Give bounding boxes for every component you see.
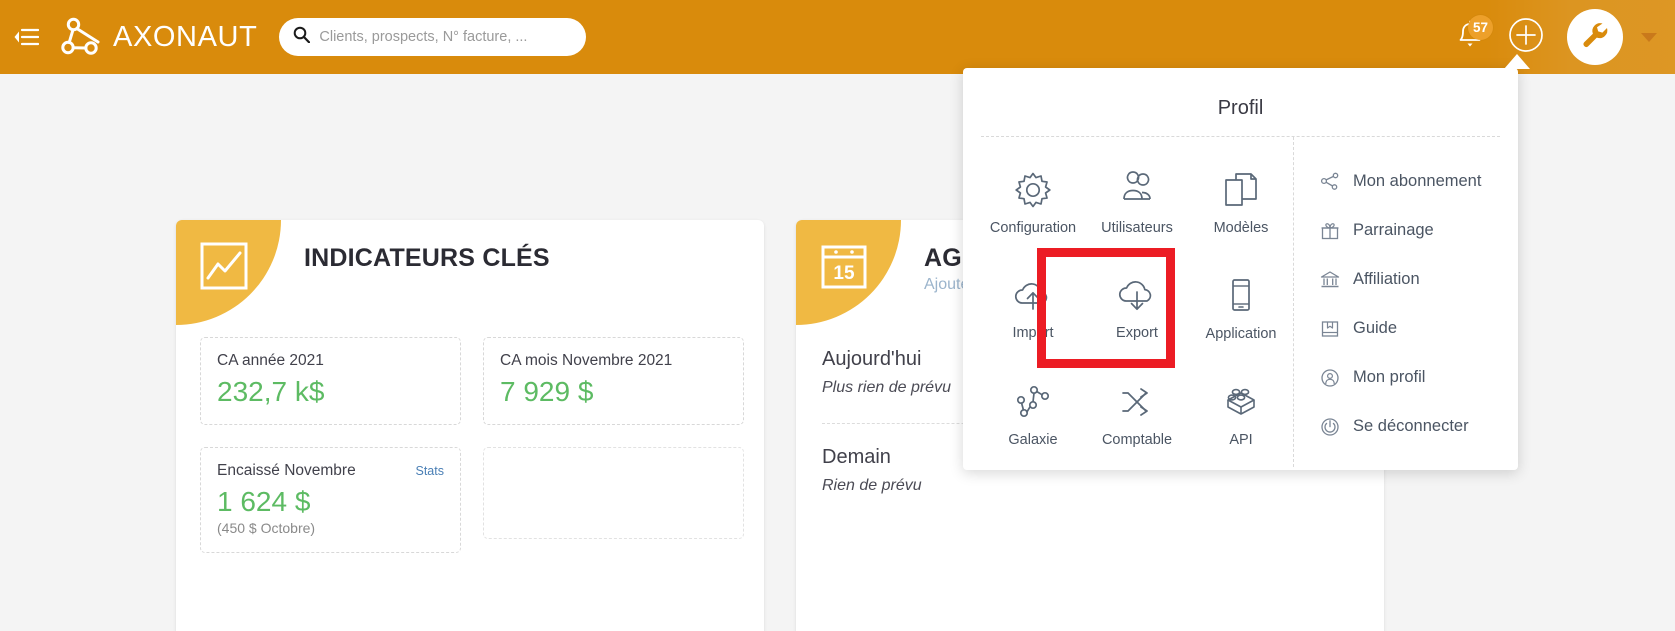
menu-item-mon-abonnement[interactable]: Mon abonnement [1320, 157, 1518, 206]
agenda-note: Rien de prévu [822, 477, 922, 494]
kpi-value: 7 929 $ [500, 376, 594, 407]
menu-tile-export[interactable]: Export [1085, 255, 1189, 361]
menu-item-label: Se déconnecter [1353, 417, 1469, 435]
card-indicateurs-cles: INDICATEURS CLÉS CA année 2021 232,7 k$ … [176, 220, 764, 631]
menu-tile-galaxie[interactable]: Galaxie [981, 361, 1085, 467]
share-nodes-icon [1320, 172, 1340, 192]
kpi-label: CA année 2021 [217, 352, 324, 369]
menu-tile-application[interactable]: Application [1189, 255, 1293, 361]
card-badge-indicateurs [176, 220, 281, 325]
header-actions: 57 [1445, 9, 1675, 65]
cloud-download-icon [1115, 276, 1159, 316]
menu-item-label: Guide [1353, 319, 1398, 337]
dropdown-arrow [1504, 54, 1530, 69]
kpi-grid: CA année 2021 232,7 k$ CA mois Novembre … [200, 337, 744, 553]
kpi-card-placeholder [483, 447, 744, 539]
menu-tile-label: Galaxie [1008, 431, 1058, 448]
cloud-upload-icon [1011, 276, 1055, 316]
collapse-sidebar-icon [13, 28, 39, 46]
menu-item-label: Affiliation [1353, 270, 1420, 288]
global-search[interactable] [279, 18, 587, 56]
menu-tile-api[interactable]: API [1189, 361, 1293, 467]
kpi-card[interactable]: CA mois Novembre 2021 7 929 $ [483, 337, 744, 425]
plus-circle-icon [1508, 17, 1544, 58]
menu-item-label: Mon profil [1353, 368, 1426, 386]
profile-menu-toggle[interactable] [1641, 32, 1657, 42]
dropdown-body: Configuration Utilisateurs Modèles Impor… [963, 137, 1518, 467]
mobile-phone-icon [1220, 275, 1262, 317]
documents-icon [1220, 169, 1262, 211]
menu-tile-utilisateurs[interactable]: Utilisateurs [1085, 149, 1189, 255]
menu-item-label: Parrainage [1353, 221, 1434, 239]
calendar-15-icon: 15 [818, 240, 870, 297]
bank-icon [1320, 270, 1340, 290]
menu-item-se-deconnecter[interactable]: Se déconnecter [1320, 402, 1518, 451]
menu-tile-comptable[interactable]: Comptable [1085, 361, 1189, 467]
network-nodes-icon [1012, 381, 1054, 423]
power-icon [1320, 417, 1340, 437]
menu-tile-label: Application [1205, 325, 1277, 342]
top-navigation-bar: AXONAUT 57 [0, 0, 1675, 74]
search-input[interactable] [319, 29, 573, 45]
menu-item-mon-profil[interactable]: Mon profil [1320, 353, 1518, 402]
menu-tile-label: Utilisateurs [1101, 219, 1173, 236]
avatar[interactable] [1567, 9, 1623, 65]
gear-icon [1012, 169, 1054, 211]
dropdown-title: Profil [1217, 97, 1264, 119]
svg-text:15: 15 [833, 263, 855, 284]
dropdown-icon-grid: Configuration Utilisateurs Modèles Impor… [963, 137, 1293, 467]
menu-item-affiliation[interactable]: Affiliation [1320, 255, 1518, 304]
card-title-indicateurs: INDICATEURS CLÉS [304, 244, 550, 272]
kpi-label: Encaissé Novembre [217, 462, 356, 479]
menu-tile-modeles[interactable]: Modèles [1189, 149, 1293, 255]
kpi-label: CA mois Novembre 2021 [500, 352, 673, 369]
profile-dropdown-panel: Profil Configuration Utilisateurs Modèle… [963, 54, 1530, 470]
card-badge-agenda: 15 [796, 220, 901, 325]
menu-item-parrainage[interactable]: Parrainage [1320, 206, 1518, 255]
gift-icon [1320, 221, 1340, 241]
users-icon [1116, 169, 1158, 211]
notification-badge: 57 [1468, 15, 1493, 40]
menu-tile-label: Configuration [989, 219, 1077, 236]
kpi-value: 232,7 k$ [217, 376, 325, 407]
menu-tile-label: API [1229, 431, 1253, 448]
kpi-value: 1 624 $ [217, 486, 311, 517]
brand-home-link[interactable]: AXONAUT [60, 17, 257, 57]
menu-tile-configuration[interactable]: Configuration [981, 149, 1085, 255]
menu-tile-label: Modèles [1213, 219, 1269, 236]
collapse-sidebar-button[interactable] [0, 0, 52, 74]
user-circle-icon [1320, 368, 1340, 388]
kpi-card[interactable]: CA année 2021 232,7 k$ [200, 337, 461, 425]
menu-tile-label: Import [1012, 324, 1054, 341]
kpi-stats-link[interactable]: Stats [416, 464, 445, 478]
book-icon [1320, 319, 1340, 339]
search-icon [293, 26, 311, 48]
menu-item-guide[interactable]: Guide [1320, 304, 1518, 353]
notifications-button[interactable]: 57 [1445, 12, 1495, 62]
menu-tile-import[interactable]: Import [981, 255, 1085, 361]
axonaut-logo-icon [60, 17, 102, 57]
menu-item-label: Mon abonnement [1353, 172, 1482, 190]
kpi-subvalue: (450 $ Octobre) [217, 520, 316, 536]
shuffle-arrows-icon [1116, 381, 1158, 423]
lego-brick-icon [1220, 381, 1262, 423]
wrench-icon [1577, 17, 1613, 58]
chart-line-icon [198, 240, 250, 297]
menu-tile-label: Export [1116, 324, 1158, 341]
brand-name: AXONAUT [113, 20, 258, 53]
kpi-card[interactable]: Stats Encaissé Novembre 1 624 $ (450 $ O… [200, 447, 461, 553]
app-root: AXONAUT 57 [0, 0, 1675, 631]
menu-tile-label: Comptable [1101, 431, 1173, 448]
dropdown-menu-list: Mon abonnement Parrainage Affiliation Gu… [1293, 137, 1518, 467]
